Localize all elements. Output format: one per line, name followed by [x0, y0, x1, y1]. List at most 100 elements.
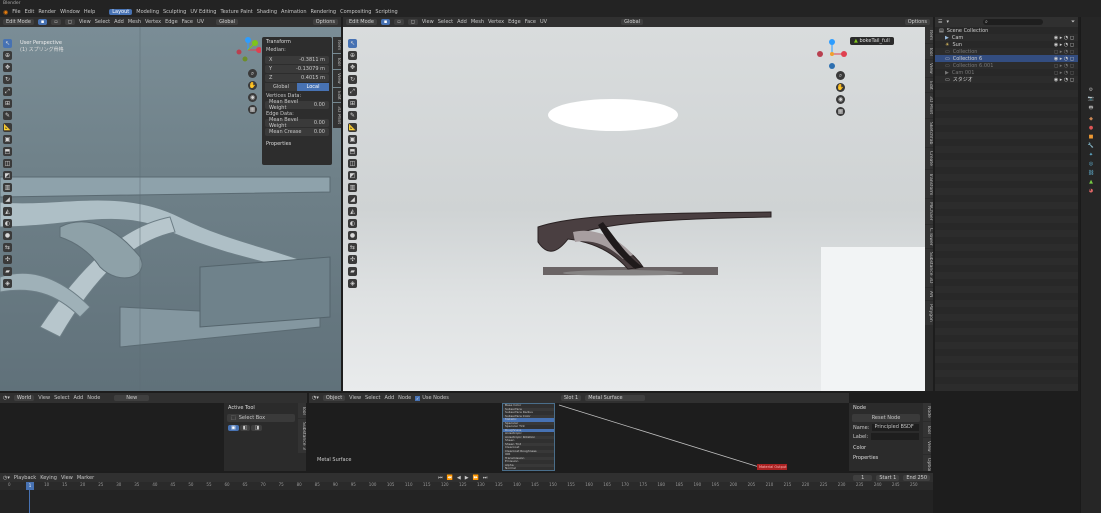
rtab-sketchfab[interactable]: Sketchfab — [925, 118, 933, 147]
left-menu-edge[interactable]: Edge — [165, 19, 178, 25]
loopcut-tool-icon[interactable]: ▥ — [3, 183, 12, 192]
right-pan-hand-icon[interactable]: ✋ — [836, 83, 845, 92]
edge-select-icon[interactable]: ▫ — [51, 19, 61, 25]
jump-key-back-icon[interactable]: ⏪ — [447, 475, 453, 481]
right-knife-tool-icon[interactable]: ◢ — [348, 195, 357, 204]
world-new-button[interactable]: New — [114, 395, 150, 401]
mode-subtract-icon[interactable]: ◨ — [251, 425, 263, 431]
output-props-icon[interactable]: 🖶 — [1089, 105, 1094, 113]
right-extrude-tool-icon[interactable]: ⬒ — [348, 147, 357, 156]
material-output-node[interactable]: Material Output — [757, 464, 787, 470]
right-shrink-tool-icon[interactable]: ✣ — [348, 255, 357, 264]
right-rotate-tool-icon[interactable]: ↻ — [348, 75, 357, 84]
outliner-item[interactable]: ▭ Collection ◻ ▸ ◔ ◻ — [935, 48, 1078, 55]
tab-animation[interactable]: Animation — [281, 9, 307, 15]
start-frame-field[interactable]: Start 1 — [876, 474, 900, 481]
shear-tool-icon[interactable]: ▰ — [3, 267, 12, 276]
menu-window[interactable]: Window — [60, 9, 80, 15]
scene-props-icon[interactable]: ◆ — [1089, 116, 1093, 122]
right-orientation[interactable]: Global — [621, 19, 644, 25]
timeline-menu-keying[interactable]: Keying — [40, 475, 57, 481]
data-props-icon[interactable]: ▲ — [1089, 179, 1093, 185]
node-label-field[interactable] — [871, 433, 919, 440]
left-orientation[interactable]: Global — [216, 19, 239, 25]
rtab-polygon[interactable]: Polygon — [925, 301, 933, 325]
outliner-item[interactable]: ▭ Collection 6.001 ◻ ▸ ◔ ◻ — [935, 62, 1078, 69]
edge-slide-tool-icon[interactable]: ⇆ — [3, 243, 12, 252]
shader-menu-select[interactable]: Select — [365, 395, 380, 401]
global-toggle[interactable]: Global — [265, 83, 297, 91]
outliner-search-input[interactable]: ⌕ — [983, 19, 1043, 25]
right-mode-select[interactable]: Edit Mode — [346, 19, 377, 25]
material-select[interactable]: Metal Surface — [585, 395, 645, 401]
tab-shading[interactable]: Shading — [257, 9, 277, 15]
left-menu-view[interactable]: View — [79, 19, 91, 25]
shader-menu-node[interactable]: Node — [398, 395, 411, 401]
right-transform-tool-icon[interactable]: ⊞ — [348, 99, 357, 108]
tool-props-icon[interactable]: ⚙ — [1089, 87, 1093, 93]
outliner-item[interactable]: ▭ スタジオ ◉ ▸ ◔ ◻ — [935, 76, 1078, 84]
pan-hand-icon[interactable]: ✋ — [248, 81, 257, 90]
tab-sculpting[interactable]: Sculpting — [163, 9, 186, 15]
rtab-create[interactable]: Create — [925, 147, 933, 169]
right-inset-tool-icon[interactable]: ◫ — [348, 159, 357, 168]
right-smooth-tool-icon[interactable]: ● — [348, 231, 357, 240]
zoom-icon[interactable]: ⌕ — [248, 69, 257, 78]
cursor-tool-icon[interactable]: ⊕ — [3, 51, 12, 60]
wtab-substance[interactable]: Substance 3 — [298, 418, 306, 453]
shader-node-canvas[interactable]: Base Color Subsurface Subsurface Radius Sub… — [309, 403, 849, 471]
outliner-filter-icon[interactable]: ▾ — [946, 19, 949, 25]
jump-key-forward-icon[interactable]: ⏩ — [473, 475, 479, 481]
right-edge-slide-tool-icon[interactable]: ⇆ — [348, 243, 357, 252]
menu-file[interactable]: File — [12, 9, 20, 15]
timeline-ruler[interactable]: 0510152025303540455055606570758085909510… — [0, 482, 933, 490]
move-tool-icon[interactable]: ✥ — [3, 63, 12, 72]
menu-help[interactable]: Help — [84, 9, 95, 15]
right-cursor-tool-icon[interactable]: ⊕ — [348, 51, 357, 60]
select-tool-icon[interactable]: ↖ — [3, 39, 12, 48]
playhead[interactable]: 1 — [26, 482, 34, 490]
mode-extend-icon[interactable]: ◧ — [239, 425, 251, 431]
tab-rendering[interactable]: Rendering — [311, 9, 337, 15]
right-menu-view[interactable]: View — [422, 19, 434, 25]
object-props-icon[interactable]: ■ — [1089, 134, 1094, 140]
use-nodes-checkbox[interactable]: ✓ Use Nodes — [415, 395, 449, 401]
vertex-bevel-weight-field[interactable]: Mean Bevel Weight 0.00 — [265, 99, 329, 111]
median-y-field[interactable]: Y -0.13079 m — [265, 65, 329, 73]
ntab-tool[interactable]: Tool — [923, 421, 931, 437]
ntab-node[interactable]: Node — [923, 403, 931, 421]
tab-texture-paint[interactable]: Texture Paint — [220, 9, 252, 15]
rip-tool-icon[interactable]: ◈ — [3, 279, 12, 288]
timeline-menu-marker[interactable]: Marker — [77, 475, 94, 481]
tab-compositing[interactable]: Compositing — [340, 9, 371, 15]
rtab-3d-print[interactable]: 3D Print — [925, 93, 933, 118]
outliner-funnel-icon[interactable]: ⏷ — [1071, 19, 1075, 25]
tab-scripting[interactable]: Scripting — [375, 9, 397, 15]
extrude-tool-icon[interactable]: ⬒ — [3, 147, 12, 156]
rtab-ctower[interactable]: C.Tower — [925, 224, 933, 249]
world-menu-view[interactable]: View — [38, 395, 50, 401]
right-perspective-toggle-icon[interactable]: ▦ — [836, 107, 845, 116]
outliner-item[interactable]: ▤ Scene Collection — [935, 27, 1078, 34]
timeline-menu-view[interactable]: View — [61, 475, 73, 481]
timeline-editor-icon[interactable]: ◷▾ — [3, 475, 10, 481]
right-loopcut-tool-icon[interactable]: ▥ — [348, 183, 357, 192]
color-section[interactable]: Color — [849, 443, 923, 453]
world-props-icon[interactable]: ● — [1089, 125, 1093, 131]
select-box-tool[interactable]: ⬚ Select Box — [227, 414, 295, 422]
shader-menu-view[interactable]: View — [349, 395, 361, 401]
right-annotate-tool-icon[interactable]: ✎ — [348, 111, 357, 120]
right-navigation-gizmo[interactable] — [817, 39, 847, 69]
jump-start-icon[interactable]: ⏮ — [438, 475, 443, 481]
shader-editor-type-icon[interactable]: ◔▾ — [312, 395, 319, 401]
blender-logo-icon[interactable]: ◉ — [3, 9, 8, 16]
perspective-toggle-icon[interactable]: ▦ — [248, 105, 257, 114]
shader-mode-select[interactable]: Object — [322, 395, 346, 401]
right-spin-tool-icon[interactable]: ◐ — [348, 219, 357, 228]
vertex-select-icon[interactable]: ▪ — [37, 19, 48, 25]
properties-section[interactable]: Properties — [262, 139, 332, 149]
render-props-icon[interactable]: 📷 — [1088, 96, 1094, 102]
outliner-item[interactable]: ▶ Cam 001 ◻ ▸ ◔ ◻ — [935, 69, 1078, 76]
right-menu-edge[interactable]: Edge — [508, 19, 521, 25]
left-navigation-gizmo[interactable] — [235, 37, 261, 63]
